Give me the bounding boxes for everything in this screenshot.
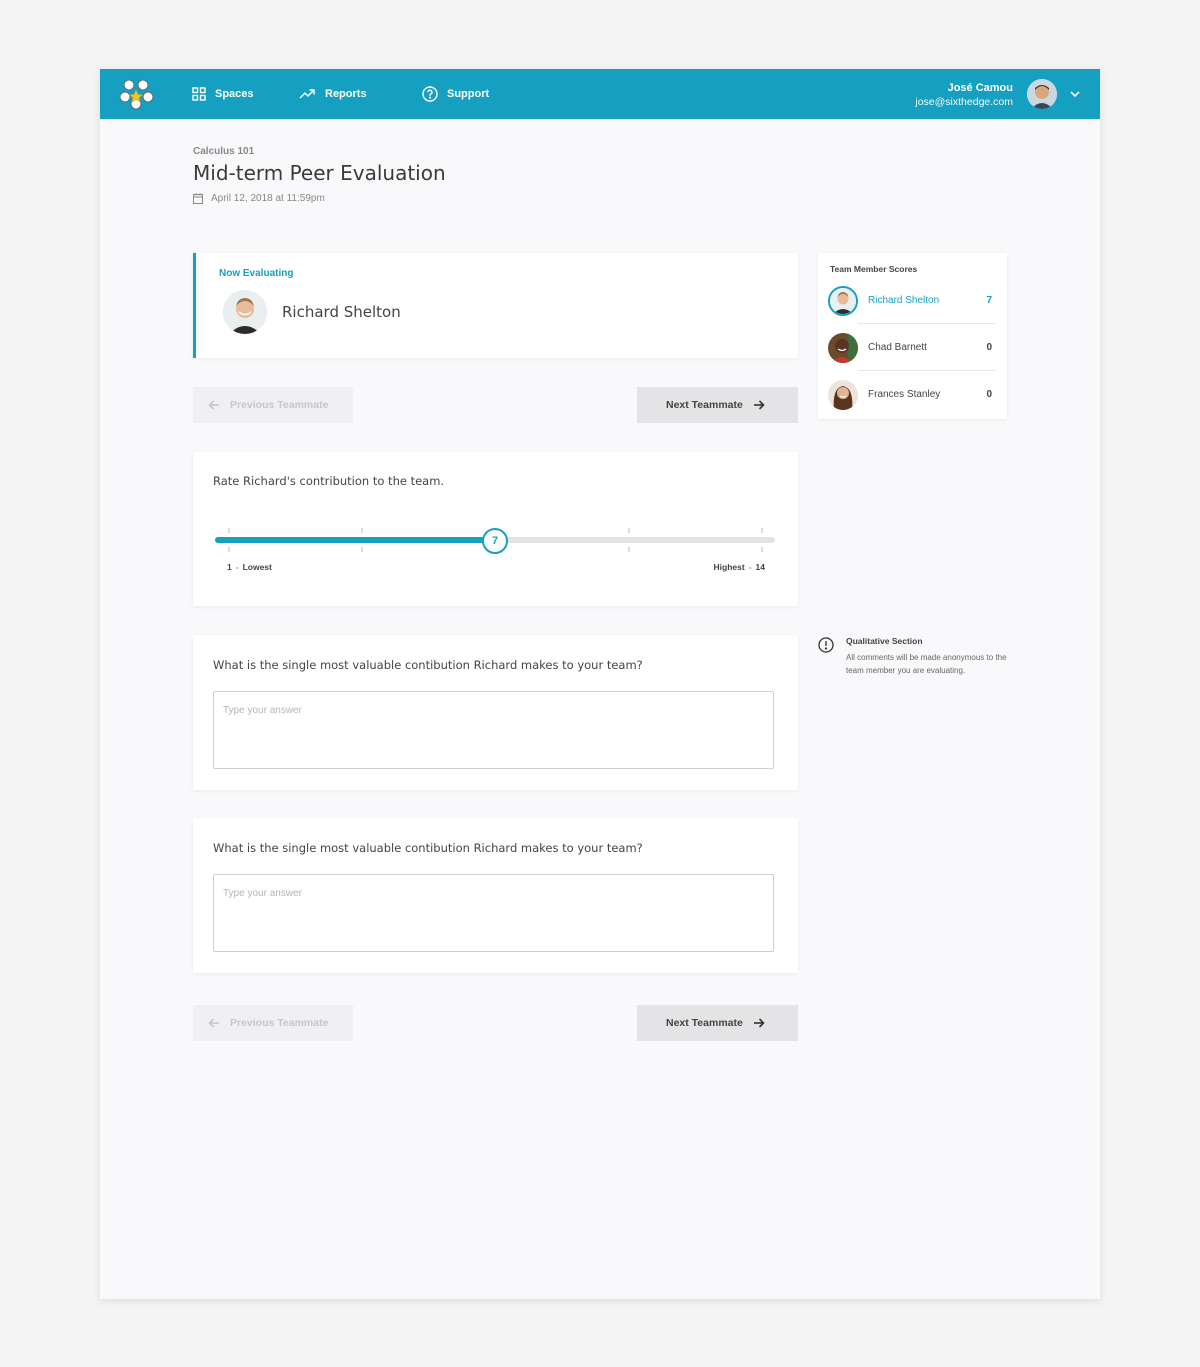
grid-icon <box>192 87 206 101</box>
course-name: Calculus 101 <box>193 146 255 157</box>
arrow-left-icon <box>208 400 219 410</box>
due-date-text: April 12, 2018 at 11:59pm <box>211 193 325 204</box>
member-name: Richard Shelton <box>868 295 940 306</box>
due-date: April 12, 2018 at 11:59pm <box>193 193 325 204</box>
user-avatar[interactable] <box>1027 79 1057 109</box>
team-scores-card: Team Member Scores Richard Shelton 7 Cha… <box>818 253 1007 419</box>
evaluatee-name: Richard Shelton <box>282 303 401 321</box>
user-name: José Camou <box>947 82 1013 94</box>
previous-teammate-label: Previous Teammate <box>230 1017 329 1029</box>
arrow-right-icon <box>753 400 765 410</box>
member-name: Frances Stanley <box>868 389 941 400</box>
slider-fill <box>215 537 495 543</box>
answer-field[interactable] <box>213 874 774 952</box>
qualitative-text: All comments will be made anonymous to t… <box>846 653 1007 675</box>
slider-thumb[interactable]: 7 <box>482 528 508 554</box>
alert-icon <box>818 637 834 653</box>
member-avatar <box>828 379 858 410</box>
trend-icon <box>299 89 315 99</box>
slider-tick <box>761 528 763 552</box>
slider-tick <box>628 528 630 552</box>
rating-card: Rate Richard's contribution to the team.… <box>193 452 798 606</box>
arrow-right-icon <box>753 1018 765 1028</box>
previous-teammate-label: Previous Teammate <box>230 399 329 411</box>
scale-low-label: 1- Lowest <box>227 562 272 572</box>
calendar-icon <box>193 193 203 204</box>
next-teammate-button[interactable]: Next Teammate <box>637 387 798 423</box>
nav-label: Reports <box>325 88 367 100</box>
next-teammate-label: Next Teammate <box>666 1017 743 1029</box>
next-teammate-label: Next Teammate <box>666 399 743 411</box>
qualitative-title: Qualitative Section <box>846 636 923 646</box>
answer-field[interactable] <box>213 691 774 769</box>
nav-label: Support <box>447 88 490 100</box>
scale-max-text: Highest <box>713 562 745 572</box>
member-avatar <box>828 285 858 316</box>
question-card: What is the single most valuable contibu… <box>193 818 798 973</box>
page-title: Mid-term Peer Evaluation <box>193 161 446 185</box>
app-logo-icon[interactable] <box>119 78 155 110</box>
previous-teammate-button[interactable]: Previous Teammate <box>193 1005 353 1041</box>
top-nav-bar: Spaces Reports Support José Camou jose@s… <box>100 69 1100 119</box>
member-name: Chad Barnett <box>868 342 927 353</box>
team-member-row[interactable]: Richard Shelton 7 <box>828 277 996 324</box>
member-score: 0 <box>986 389 992 400</box>
help-icon <box>422 86 438 102</box>
member-score: 0 <box>986 342 992 353</box>
rating-question: Rate Richard's contribution to the team. <box>213 474 445 488</box>
slider-tick <box>361 528 363 552</box>
slider-tick <box>228 528 230 552</box>
question-text: What is the single most valuable contibu… <box>213 841 643 855</box>
previous-teammate-button[interactable]: Previous Teammate <box>193 387 353 423</box>
nav-item-support[interactable]: Support <box>422 69 489 119</box>
member-score: 7 <box>986 295 992 306</box>
nav-item-reports[interactable]: Reports <box>299 69 367 119</box>
arrow-left-icon <box>208 1018 219 1028</box>
app-window: Spaces Reports Support José Camou jose@s… <box>100 69 1100 1299</box>
scale-max-value: 14 <box>755 562 765 572</box>
member-avatar <box>828 332 858 363</box>
team-scores-title: Team Member Scores <box>830 264 918 274</box>
scale-high-label: Highest -14 <box>713 562 765 572</box>
team-member-row[interactable]: Chad Barnett 0 <box>828 324 996 371</box>
contribution-slider[interactable]: 7 <box>215 528 775 558</box>
now-evaluating-label: Now Evaluating <box>219 268 294 279</box>
nav-label: Spaces <box>215 88 254 100</box>
team-member-row[interactable]: Frances Stanley 0 <box>828 371 996 418</box>
nav-item-spaces[interactable]: Spaces <box>192 69 254 119</box>
scale-min-text: Lowest <box>242 562 272 572</box>
question-text: What is the single most valuable contibu… <box>213 658 643 672</box>
next-teammate-button[interactable]: Next Teammate <box>637 1005 798 1041</box>
question-card: What is the single most valuable contibu… <box>193 635 798 790</box>
evaluatee-avatar <box>223 290 267 334</box>
user-info: José Camou jose@sixthedge.com <box>915 81 1013 110</box>
chevron-down-icon[interactable] <box>1068 88 1082 100</box>
now-evaluating-card: Now Evaluating Richard Shelton <box>193 253 798 358</box>
user-email: jose@sixthedge.com <box>915 96 1013 108</box>
